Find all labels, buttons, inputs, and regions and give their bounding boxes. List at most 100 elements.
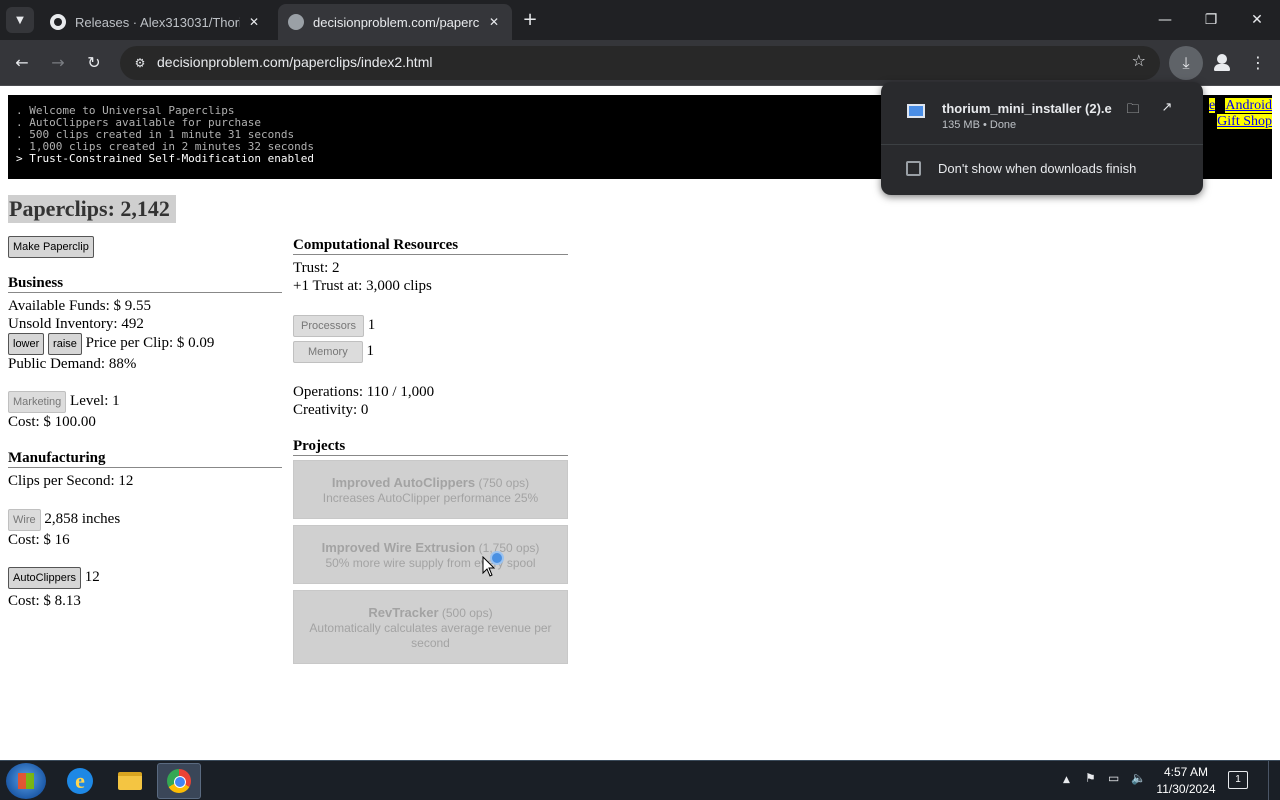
buy-autoclipper-button[interactable]: AutoClippers bbox=[8, 567, 81, 589]
file-explorer-icon bbox=[118, 772, 142, 790]
processors-value: 1 bbox=[367, 317, 376, 333]
wire-amount: 2,858 inches bbox=[44, 511, 121, 527]
taskbar: e ▲ ⚑ ▭ 🔈 4:57 AM 11/30/2024 1 bbox=[0, 760, 1280, 800]
public-demand: Public Demand: 88% bbox=[8, 356, 137, 372]
installer-file-icon bbox=[907, 104, 925, 118]
project-description: Increases AutoClipper performance 25% bbox=[322, 491, 539, 505]
close-tab-icon[interactable]: ✕ bbox=[486, 15, 502, 29]
clock-date: 11/30/2024 bbox=[1156, 782, 1216, 796]
trust-value: Trust: 2 bbox=[293, 260, 340, 276]
minimize-button[interactable]: — bbox=[1142, 6, 1188, 34]
tab-paperclips[interactable]: decisionproblem.com/paperclips ✕ bbox=[278, 4, 512, 40]
tab-releases[interactable]: Releases · Alex313031/Thorium ✕ bbox=[40, 4, 272, 40]
next-trust: +1 Trust at: 3,000 clips bbox=[293, 278, 432, 294]
android-link[interactable]: Android bbox=[1225, 98, 1272, 113]
add-memory-button[interactable]: Memory bbox=[293, 341, 363, 363]
dont-show-label[interactable]: Don't show when downloads finish bbox=[938, 161, 1136, 176]
tab-title: Releases · Alex313031/Thorium bbox=[75, 14, 240, 30]
browser-toolbar: ← → ↻ ⚙ decisionproblem.com/paperclips/i… bbox=[0, 40, 1280, 86]
autoclipper-count: 12 bbox=[84, 569, 100, 585]
network-icon[interactable]: ▭ bbox=[1108, 771, 1119, 785]
project-improved-wire-extrusion[interactable]: Improved Wire Extrusion (1,750 ops) 50% … bbox=[293, 525, 568, 584]
memory-value: 1 bbox=[366, 343, 374, 359]
address-bar[interactable]: ⚙ decisionproblem.com/paperclips/index2.… bbox=[120, 46, 1160, 80]
taskbar-browser[interactable] bbox=[157, 763, 201, 799]
chevron-down-icon[interactable]: ▼ bbox=[6, 7, 34, 33]
divider bbox=[881, 144, 1203, 145]
left-column: Make Paperclip Business Available Funds:… bbox=[8, 236, 282, 610]
project-improved-autoclippers[interactable]: Improved AutoClippers (750 ops) Increase… bbox=[293, 460, 568, 519]
download-status: 135 MB • Done bbox=[942, 119, 1017, 131]
kebab-menu-icon[interactable]: ⋮ bbox=[1246, 50, 1270, 76]
github-icon bbox=[50, 14, 66, 30]
manufacturing-heading: Manufacturing bbox=[8, 449, 282, 468]
make-paperclip-button[interactable]: Make Paperclip bbox=[8, 236, 94, 258]
open-external-icon[interactable]: ↗ bbox=[1157, 100, 1177, 120]
volume-muted-icon[interactable]: 🔈 bbox=[1131, 771, 1146, 785]
clock-time: 4:57 AM bbox=[1163, 765, 1209, 779]
star-icon[interactable]: ☆ bbox=[1132, 51, 1146, 70]
project-cost: (1,750 ops) bbox=[475, 541, 540, 555]
raise-price-button[interactable]: raise bbox=[48, 333, 82, 355]
person-icon[interactable] bbox=[1210, 50, 1234, 74]
marketing-level: Level: 1 bbox=[70, 393, 120, 409]
tune-icon[interactable]: ⚙ bbox=[128, 51, 152, 75]
lower-price-button[interactable]: lower bbox=[8, 333, 45, 355]
project-cost: (750 ops) bbox=[475, 476, 530, 490]
clock[interactable]: 4:57 AM 11/30/2024 bbox=[1150, 764, 1222, 798]
new-tab-button[interactable]: + bbox=[518, 8, 542, 32]
wire-cost: Cost: $ 16 bbox=[8, 532, 70, 548]
price-per-clip: Price per Clip: $ 0.09 bbox=[85, 335, 215, 351]
projects-heading: Projects bbox=[293, 437, 568, 456]
clips-per-second: Clips per Second: 12 bbox=[8, 473, 134, 489]
taskbar-ie[interactable]: e bbox=[58, 763, 102, 799]
project-name: Improved Wire Extrusion bbox=[321, 540, 476, 555]
folder-icon[interactable]: 🗀 bbox=[1123, 100, 1143, 120]
dont-show-checkbox[interactable] bbox=[906, 161, 921, 176]
link-separator: / bbox=[1215, 98, 1226, 113]
download-bubble: thorium_mini_installer (2).exe 135 MB • … bbox=[881, 82, 1203, 195]
download-icon[interactable]: ⤓ bbox=[1169, 46, 1203, 80]
project-name: Improved AutoClippers bbox=[331, 475, 476, 490]
project-description: 50% more wire supply from every spool bbox=[325, 556, 536, 570]
business-heading: Business bbox=[8, 274, 282, 293]
project-revtracker[interactable]: RevTracker (500 ops) Automatically calcu… bbox=[293, 590, 568, 664]
browser-icon bbox=[167, 769, 191, 793]
paperclip-count: Paperclips: 2,142 bbox=[8, 195, 176, 223]
back-arrow-icon[interactable]: ← bbox=[9, 50, 35, 76]
right-column: Computational Resources Trust: 2 +1 Trus… bbox=[293, 236, 568, 670]
computational-heading: Computational Resources bbox=[293, 236, 568, 255]
close-tab-icon[interactable]: ✕ bbox=[246, 15, 262, 29]
tab-strip: ▼ Releases · Alex313031/Thorium ✕ decisi… bbox=[0, 0, 1280, 40]
action-center-icon[interactable]: ⚑ bbox=[1085, 771, 1096, 785]
internet-explorer-icon: e bbox=[67, 768, 93, 794]
url-text[interactable]: decisionproblem.com/paperclips/index2.ht… bbox=[157, 54, 432, 70]
globe-icon bbox=[288, 14, 304, 30]
project-description: Automatically calculates average revenue… bbox=[309, 621, 552, 650]
operations: Operations: 110 / 1,000 bbox=[293, 384, 435, 400]
top-links: e / Android Gift Shop bbox=[1208, 98, 1272, 130]
project-name: RevTracker bbox=[368, 605, 439, 620]
restore-button[interactable]: ❐ bbox=[1188, 6, 1234, 34]
creativity: Creativity: 0 bbox=[293, 402, 369, 418]
project-cost: (500 ops) bbox=[438, 606, 493, 620]
marketing-cost: Cost: $ 100.00 bbox=[8, 414, 96, 430]
tab-title: decisionproblem.com/paperclips bbox=[313, 14, 480, 30]
taskbar-explorer[interactable] bbox=[108, 763, 152, 799]
notifications-icon[interactable]: 1 bbox=[1228, 771, 1248, 789]
download-filename[interactable]: thorium_mini_installer (2).exe bbox=[942, 101, 1112, 116]
start-button[interactable] bbox=[6, 763, 46, 799]
gift-shop-link[interactable]: Gift Shop bbox=[1217, 114, 1272, 129]
show-desktop-button[interactable] bbox=[1268, 761, 1280, 800]
autoclipper-cost: Cost: $ 8.13 bbox=[8, 593, 81, 609]
tray-chevron-icon[interactable]: ▲ bbox=[1063, 775, 1070, 785]
unsold-inventory: Unsold Inventory: 492 bbox=[8, 316, 144, 332]
busy-indicator-icon bbox=[490, 551, 504, 565]
reload-icon[interactable]: ↻ bbox=[81, 50, 107, 76]
available-funds: Available Funds: $ 9.55 bbox=[8, 298, 152, 314]
buy-wire-button[interactable]: Wire bbox=[8, 509, 41, 531]
marketing-button[interactable]: Marketing bbox=[8, 391, 67, 413]
close-window-button[interactable]: ✕ bbox=[1234, 6, 1280, 34]
add-processor-button[interactable]: Processors bbox=[293, 315, 365, 337]
forward-arrow-icon: → bbox=[51, 53, 65, 72]
